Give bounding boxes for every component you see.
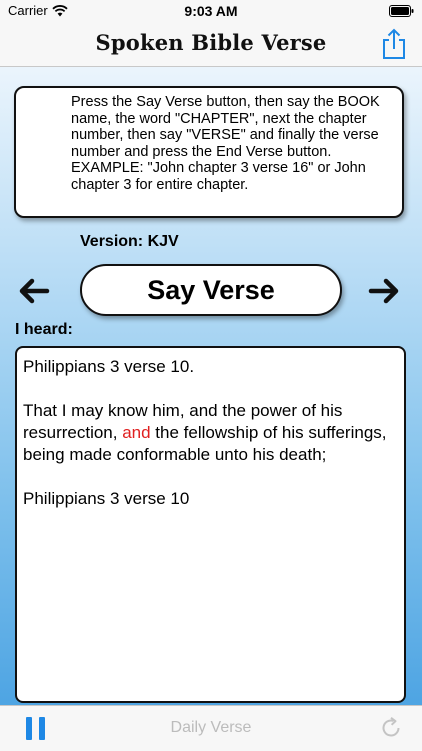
- refresh-icon[interactable]: [380, 717, 402, 739]
- navigation-bar: Spoken Bible Verse: [0, 22, 422, 67]
- verse-highlighted-word: and: [122, 423, 151, 442]
- arrow-right-icon[interactable]: [368, 277, 400, 305]
- heard-label: I heard:: [15, 321, 73, 338]
- page-title: Spoken Bible Verse: [95, 30, 327, 55]
- version-label: Version: KJV: [80, 233, 179, 250]
- share-icon[interactable]: [380, 28, 408, 60]
- say-verse-button[interactable]: Say Verse: [80, 264, 342, 316]
- status-time: 9:03 AM: [184, 3, 238, 19]
- arrow-left-icon[interactable]: [18, 277, 50, 305]
- bottom-toolbar: Daily Verse: [0, 705, 422, 751]
- instructions-panel: Press the Say Verse button, then say the…: [14, 86, 404, 218]
- instructions-text: Press the Say Verse button, then say the…: [71, 94, 380, 193]
- verse-reference-top: Philippians 3 verse 10.: [23, 357, 195, 376]
- verse-text-area[interactable]: Philippians 3 verse 10. That I may know …: [15, 346, 406, 703]
- verse-body: That I may know him, and the power of hi…: [23, 400, 398, 466]
- status-bar: Carrier 9:03 AM: [0, 0, 422, 22]
- battery-icon: [389, 5, 414, 17]
- verse-reference-bottom: Philippians 3 verse 10: [23, 489, 190, 508]
- daily-verse-button[interactable]: Daily Verse: [0, 719, 422, 737]
